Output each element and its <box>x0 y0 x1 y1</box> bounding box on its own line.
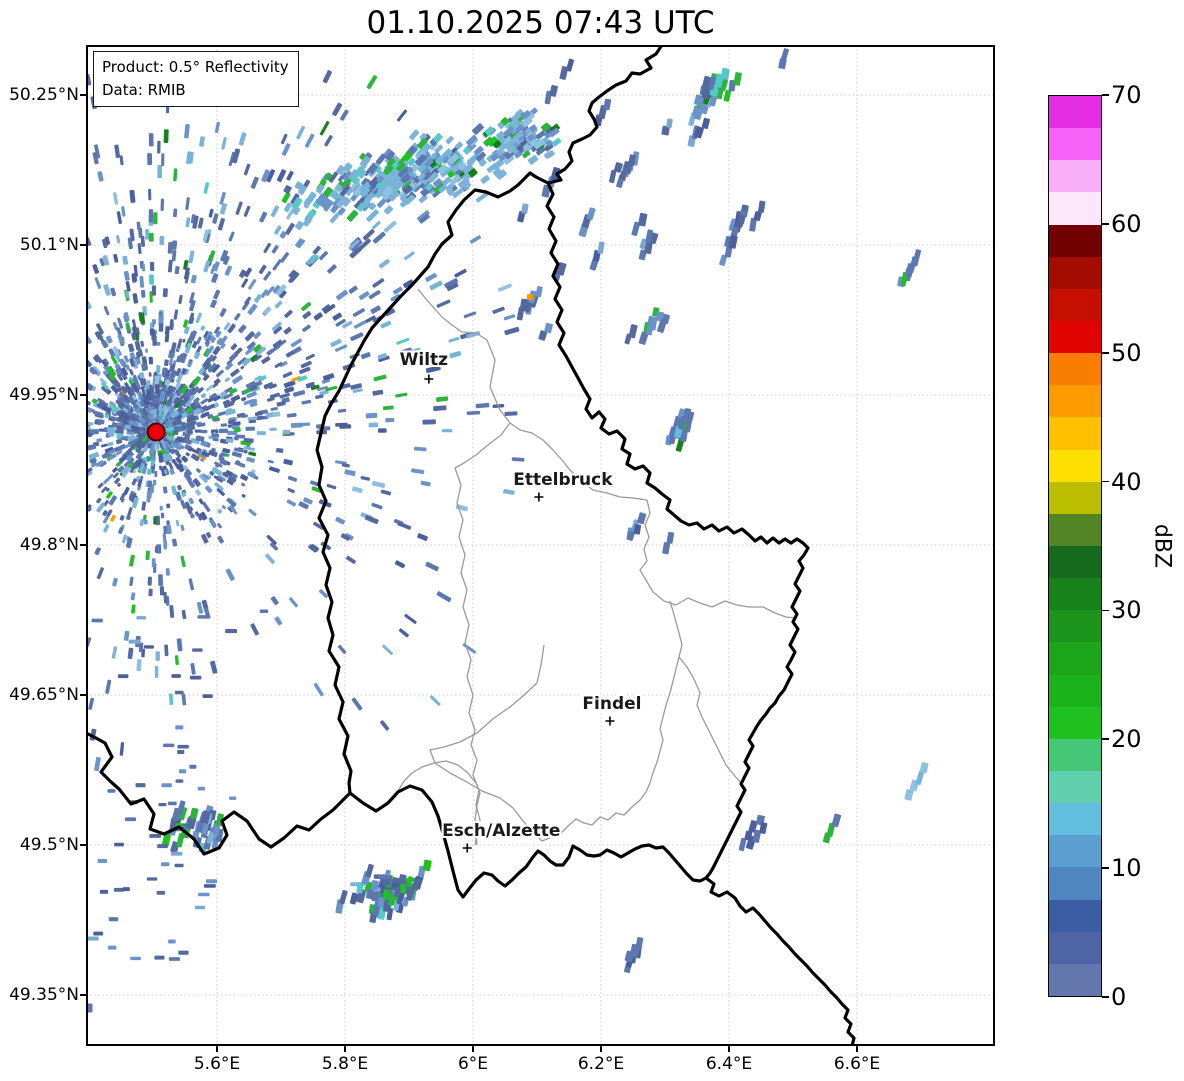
colorbar-segment <box>1049 417 1101 450</box>
colorbar-segment <box>1049 642 1101 675</box>
lon-tick-mark <box>344 1046 346 1052</box>
colorbar-segment <box>1049 610 1101 643</box>
colorbar-tick-label: 40 <box>1111 467 1142 496</box>
lat-tick-mark <box>80 544 86 546</box>
lat-tick-label: 49.65°N <box>9 685 79 705</box>
lat-tick-label: 49.8°N <box>19 535 79 555</box>
colorbar-segment <box>1049 321 1101 354</box>
colorbar-segment <box>1049 353 1101 386</box>
city-label-ettelbruck: Ettelbruck <box>513 470 613 490</box>
city-label-esch-alzette: Esch/Alzette <box>442 821 561 841</box>
colorbar-segment <box>1049 771 1101 804</box>
lat-tick-label: 50.1°N <box>19 235 79 255</box>
city-label-findel: Findel <box>582 694 642 714</box>
colorbar <box>1048 95 1102 997</box>
colorbar-tick-label: 50 <box>1111 338 1142 367</box>
colorbar-tick-mark <box>1102 738 1109 741</box>
data-source-line: Data: RMIB <box>102 80 186 99</box>
colorbar-tick-label: 0 <box>1111 983 1127 1011</box>
map-plot: Product: 0.5° Reflectivity Data: RMIB Wi… <box>86 45 995 1046</box>
colorbar-axis-label: dBZ <box>1149 523 1175 569</box>
product-info-box: Product: 0.5° Reflectivity Data: RMIB <box>93 51 299 107</box>
colorbar-tick-mark <box>1102 867 1109 869</box>
lat-tick-label: 49.5°N <box>19 835 79 855</box>
radar-station-dot <box>146 422 166 442</box>
radar-figure: 01.10.2025 07:43 UTC Product: 0.5° Refle… <box>0 0 1184 1081</box>
colorbar-segment <box>1049 931 1101 964</box>
colorbar-tick-label: 20 <box>1111 725 1142 754</box>
city-markers <box>424 374 615 853</box>
colorbar-tick-mark <box>1102 480 1109 483</box>
colorbar-tick-mark <box>1102 94 1109 96</box>
lat-tick-label: 50.25°N <box>9 85 79 105</box>
colorbar-segment <box>1049 899 1101 932</box>
lat-tick-mark <box>80 844 86 846</box>
colorbar-segment <box>1049 96 1101 129</box>
colorbar-segment <box>1049 160 1101 193</box>
city-label-wiltz: Wiltz <box>399 350 449 370</box>
lon-tick-mark <box>216 1046 218 1052</box>
lat-tick-mark <box>80 244 86 246</box>
lon-tick-label: 6.2°E <box>577 1054 625 1074</box>
colorbar-segment <box>1049 706 1101 739</box>
colorbar-segment <box>1049 128 1101 161</box>
colorbar-segment <box>1049 288 1101 322</box>
colorbar-segment <box>1049 192 1101 225</box>
colorbar-tick-label: 30 <box>1111 596 1142 625</box>
figure-title: 01.10.2025 07:43 UTC <box>366 5 715 41</box>
colorbar-tick-mark <box>1102 996 1109 998</box>
product-line: Product: 0.5° Reflectivity <box>102 58 289 76</box>
lat-tick-mark <box>80 394 86 396</box>
lat-tick-label: 49.35°N <box>9 985 79 1005</box>
colorbar-segment <box>1049 224 1101 257</box>
colorbar-segment <box>1049 738 1101 772</box>
colorbar-segment <box>1049 963 1101 996</box>
colorbar-tick-mark <box>1102 351 1109 354</box>
colorbar-tick-label: 70 <box>1111 81 1142 109</box>
lon-tick-mark <box>472 1046 474 1052</box>
colorbar-segment <box>1049 513 1101 547</box>
city-marker-icon <box>534 492 544 502</box>
colorbar-segment <box>1049 578 1101 611</box>
radar-map <box>86 45 995 1046</box>
colorbar-segment <box>1049 674 1101 707</box>
colorbar-segment <box>1049 481 1101 514</box>
colorbar-segment <box>1049 256 1101 289</box>
lon-tick-label: 5.6°E <box>193 1054 241 1074</box>
region-borders <box>397 288 798 846</box>
colorbar-segment <box>1049 449 1101 482</box>
colorbar-segment <box>1049 385 1101 418</box>
lon-tick-mark <box>856 1046 858 1052</box>
lat-tick-mark <box>80 994 86 996</box>
city-marker-icon <box>605 716 615 726</box>
colorbar-segment <box>1049 546 1101 579</box>
lon-tick-label: 6.6°E <box>833 1054 881 1074</box>
lon-tick-label: 5.8°E <box>321 1054 369 1074</box>
lon-tick-label: 6.4°E <box>705 1054 753 1074</box>
lat-tick-mark <box>80 94 86 96</box>
colorbar-segment <box>1049 867 1101 900</box>
lon-tick-label: 6°E <box>457 1054 489 1074</box>
colorbar-tick-label: 10 <box>1111 854 1142 883</box>
colorbar-segment <box>1049 803 1101 836</box>
lon-tick-mark <box>728 1046 730 1052</box>
colorbar-segment <box>1049 835 1101 868</box>
colorbar-tick-mark <box>1102 223 1109 225</box>
lat-tick-label: 49.95°N <box>9 385 79 405</box>
lat-tick-mark <box>80 694 86 696</box>
city-marker-icon <box>424 374 434 384</box>
colorbar-tick-label: 60 <box>1111 209 1142 238</box>
colorbar-tick-mark <box>1102 609 1109 612</box>
lon-tick-mark <box>600 1046 602 1052</box>
